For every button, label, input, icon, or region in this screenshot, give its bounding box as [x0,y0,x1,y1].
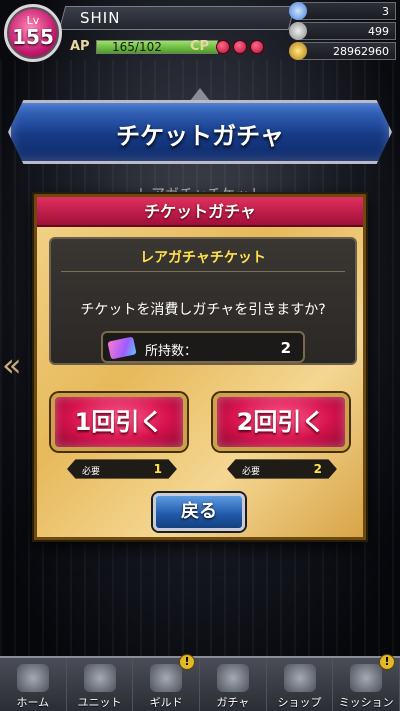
ap-value: 165/102 [112,40,162,54]
nav-item-unit[interactable]: ユニット [66,658,134,711]
pull-twice-label: 2回引く [236,408,326,436]
level-badge[interactable]: Lv 155 [4,4,62,62]
dialog-title: チケットガチャ [144,202,256,221]
nav-item-guild[interactable]: ! ギルド [133,654,201,711]
shop-icon [283,664,316,692]
cp-dot-icon [250,40,264,54]
ticket-icon [107,336,137,360]
nav-label: ショップ [277,696,322,709]
owned-label: 所持数： [145,344,198,359]
ap-cp-row: AP 165/102 CP [66,36,286,58]
bottom-nav: ホーム ユニット ! ギルド ガチャ ショップ ! ミッション [0,654,400,711]
confirm-question: チケットを消費しガチャを引きますか? [80,302,326,318]
gold-counter[interactable]: 28962960 [289,42,396,60]
required-twice-pill: 必要 2 [227,459,337,479]
required-once-value: 1 [153,462,162,476]
gem-icon [289,2,307,20]
gem-value: 3 [382,5,389,18]
required-once-pill: 必要 1 [67,459,177,479]
ticket-name: レアガチャチケット [140,250,266,266]
status-header: SHIN Lv 155 AP 165/102 CP 3 499 28962960 [0,0,400,64]
mission-icon [350,664,383,692]
level-value: 155 [12,25,54,49]
nav-item-gacha[interactable]: ガチャ [200,658,267,711]
cp-dots [216,40,264,54]
pull-once-button[interactable]: 1回引く [51,393,187,451]
required-twice-value: 2 [313,462,322,476]
page-title: チケットガチャ [116,122,284,150]
divider [61,271,345,272]
gold-value: 28962960 [333,45,389,58]
pull-once-label: 1回引く [74,408,164,436]
stone-value: 499 [368,25,389,38]
nav-item-mission[interactable]: ! ミッション [333,654,400,711]
alert-icon: ! [179,654,196,670]
gold-coin-icon [289,42,307,60]
dialog-header: チケットガチャ [37,197,363,227]
stone-counter[interactable]: 499 [289,22,396,40]
unit-icon [83,664,116,692]
nav-label: ギルド [149,696,183,709]
home-icon [16,664,49,692]
alert-icon: ! [379,654,396,670]
ap-label: AP [70,39,90,54]
back-label: 戻る [181,501,217,522]
nav-label: ミッション [338,696,394,709]
cp-dot-icon [216,40,230,54]
owned-count-box: 所持数： 2 [101,331,305,363]
required-label: 必要 [82,467,101,477]
cp-label: CP [190,39,210,54]
nav-label: ユニット [77,696,122,709]
nav-item-shop[interactable]: ショップ [266,658,334,711]
player-name: SHIN [80,9,121,27]
guild-icon [150,664,183,692]
pull-twice-button[interactable]: 2回引く [213,393,349,451]
stone-icon [289,22,307,40]
ticket-gacha-dialog: チケットガチャ レアガチャチケット チケットを消費しガチャを引きますか? 所持数… [34,194,366,540]
required-label: 必要 [242,467,261,477]
nav-label: ガチャ [216,696,250,709]
nav-item-home[interactable]: ホーム [0,658,67,711]
cp-dot-icon [233,40,247,54]
gacha-icon [216,664,249,692]
gem-counter[interactable]: 3 [289,2,396,20]
left-arrow-icon[interactable]: « [2,340,24,390]
nav-label: ホーム [16,696,50,709]
owned-value: 2 [280,339,291,357]
back-button[interactable]: 戻る [153,493,245,531]
